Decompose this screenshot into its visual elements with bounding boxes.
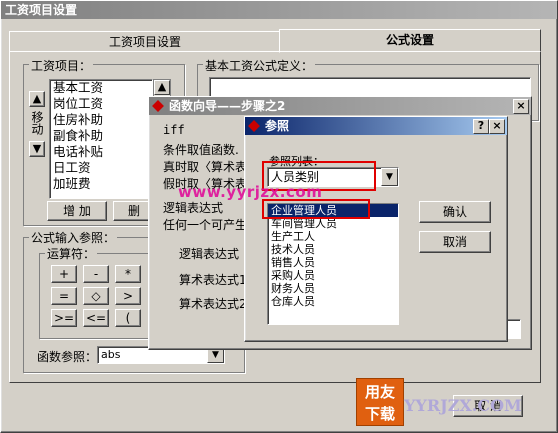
help-icon[interactable]: ? — [473, 119, 489, 134]
list-item[interactable]: 技术人员 — [268, 243, 398, 256]
list-item[interactable]: 销售人员 — [268, 256, 398, 269]
ok-button[interactable]: 确认 — [419, 201, 491, 223]
formula-def-label: 基本工资公式定义： — [203, 57, 316, 74]
operator-minus-button[interactable]: - — [83, 265, 109, 283]
list-item[interactable]: 财务人员 — [268, 282, 398, 295]
wizard-func-name: iff — [163, 123, 185, 137]
reference-list[interactable]: 企业管理人员 车间管理人员 生产工人 技术人员 销售人员 采购人员 财务人员 仓… — [267, 203, 399, 325]
operator-multiply-button[interactable]: * — [115, 265, 141, 283]
watermark-logo-top: 用友 — [364, 383, 395, 401]
move-up-button[interactable]: ▲ — [29, 91, 45, 107]
formula-input-label: 公式输入参照： — [29, 229, 118, 246]
list-item[interactable]: 生产工人 — [268, 230, 398, 243]
list-item[interactable]: 仓库人员 — [268, 295, 398, 308]
close-icon[interactable]: × — [489, 119, 505, 134]
salary-items-list[interactable]: 基本工资 岗位工资 住房补助 副食补助 电话补贴 日工资 加班费 — [49, 79, 153, 199]
wizard-logic-label: 逻辑表达式 — [163, 201, 224, 215]
wizard-line-1: 条件取值函数. — [163, 143, 239, 157]
tab-salary-item-setup[interactable]: 工资项目设置 — [9, 31, 281, 53]
list-item[interactable]: 基本工资 — [50, 80, 152, 96]
reference-title: 参照 — [245, 117, 507, 135]
wizard-app-icon — [152, 100, 164, 112]
highlight-item-box — [262, 199, 370, 219]
add-button[interactable]: 增 加 — [47, 201, 107, 221]
watermark-logo-bottom: 下载 — [364, 405, 395, 423]
wizard-arith1-label: 算术表达式1 — [179, 273, 247, 287]
chevron-down-icon[interactable]: ▼ — [381, 168, 398, 186]
operator-not-equal-button[interactable]: ◇ — [83, 287, 109, 305]
operator-greater-button[interactable]: > — [115, 287, 141, 305]
watermark-logo: 用友 下载 — [356, 378, 404, 426]
operator-plus-button[interactable]: + — [51, 265, 77, 283]
wizard-title-text: 函数向导——步骤之2 — [169, 99, 286, 113]
reference-dialog: 参照 ? × 参照列表： 人员类别 ▼ 企业管理人员 车间管理人员 生产工人 技… — [244, 116, 508, 342]
operator-less-equal-button[interactable]: <= — [83, 309, 109, 327]
salary-items-label: 工资项目： — [29, 57, 94, 74]
list-item[interactable]: 加班费 — [50, 176, 152, 192]
wizard-logic-expr-label: 逻辑表达式 — [179, 247, 240, 261]
move-label: 移动 — [30, 111, 44, 135]
reference-title-text: 参照 — [265, 119, 290, 133]
function-ref-value: abs — [101, 348, 121, 361]
move-down-button[interactable]: ▼ — [29, 141, 45, 157]
function-ref-label: 函数参照： — [37, 350, 98, 364]
tab-formula-setup[interactable]: 公式设置 — [279, 29, 541, 53]
list-item[interactable]: 副食补助 — [50, 128, 152, 144]
close-icon[interactable]: × — [513, 99, 529, 114]
operator-greater-equal-button[interactable]: >= — [51, 309, 77, 327]
scroll-up-icon[interactable]: ▲ — [154, 80, 170, 95]
operator-paren-button[interactable]: ( — [115, 309, 141, 327]
list-item[interactable]: 采购人员 — [268, 269, 398, 282]
wizard-arith2-label: 算术表达式2 — [179, 297, 247, 311]
operator-equal-button[interactable]: = — [51, 287, 77, 305]
watermark-url: www.yyrjzx.com — [178, 183, 323, 201]
list-item[interactable]: 电话补贴 — [50, 144, 152, 160]
list-item[interactable]: 岗位工资 — [50, 96, 152, 112]
cancel-button[interactable]: 取消 — [419, 231, 491, 253]
wizard-any-label: 任何一个可产生 — [163, 218, 248, 232]
list-item[interactable]: 住房补助 — [50, 112, 152, 128]
reference-app-icon — [248, 120, 260, 132]
list-item[interactable]: 日工资 — [50, 160, 152, 176]
operators-label: 运算符： — [45, 245, 98, 262]
main-title: 工资项目设置 — [1, 1, 557, 19]
watermark-site: YYRJZX.COM — [404, 396, 522, 415]
wizard-title: 函数向导——步骤之2 — [149, 97, 531, 115]
